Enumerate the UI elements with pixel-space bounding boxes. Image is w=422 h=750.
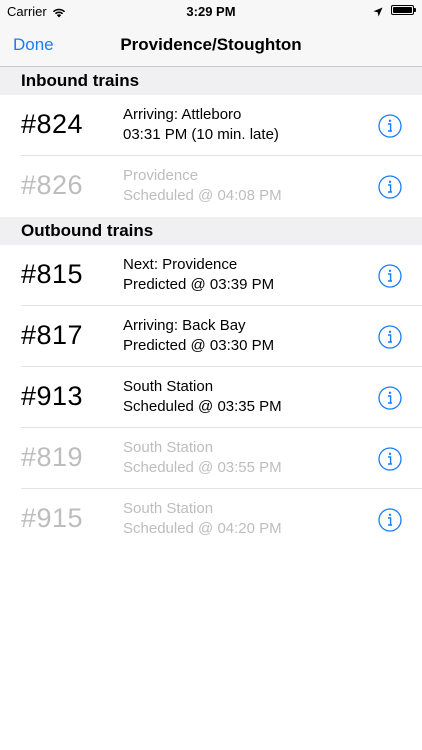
train-details: South Station Scheduled @ 04:20 PM (123, 499, 282, 539)
train-time-line: Predicted @ 03:30 PM (123, 337, 275, 354)
train-number: #913 (21, 381, 84, 411)
info-circle-icon (378, 114, 402, 138)
info-button[interactable] (378, 386, 402, 410)
train-status-line: Arriving: Back Bay (123, 317, 246, 334)
status-right-group (373, 5, 416, 17)
info-circle-icon (378, 386, 402, 410)
info-button[interactable] (378, 264, 402, 288)
train-number: #824 (21, 109, 84, 139)
location-arrow-icon (373, 5, 383, 17)
info-circle-icon (378, 508, 402, 532)
train-details: Next: Providence Predicted @ 03:39 PM (123, 255, 274, 295)
train-number: #915 (21, 503, 84, 533)
train-time-line: 03:31 PM (10 min. late) (123, 126, 279, 143)
battery-fill (393, 7, 412, 13)
section-header-inbound: Inbound trains (0, 67, 422, 95)
info-circle-icon (378, 325, 402, 349)
page-title: Providence/Stoughton (120, 35, 302, 54)
info-button[interactable] (378, 325, 402, 349)
info-button[interactable] (378, 175, 402, 199)
train-details: Arriving: Attleboro 03:31 PM (10 min. la… (123, 105, 279, 145)
train-number: #819 (21, 442, 84, 472)
info-button[interactable] (378, 114, 402, 138)
info-button[interactable] (378, 508, 402, 532)
train-row-outbound-2[interactable]: #913 South Station Scheduled @ 03:35 PM (0, 367, 422, 428)
train-status-line: South Station (123, 439, 214, 456)
train-status-line: Next: Providence (123, 256, 238, 273)
train-number: #817 (21, 320, 84, 350)
train-row-inbound-0[interactable]: #824 Arriving: Attleboro 03:31 PM (10 mi… (0, 95, 422, 156)
train-number: #826 (21, 170, 84, 200)
train-time-line: Scheduled @ 04:20 PM (123, 520, 282, 537)
train-time-line: Scheduled @ 03:55 PM (123, 459, 282, 476)
train-row-outbound-1[interactable]: #817 Arriving: Back Bay Predicted @ 03:3… (0, 306, 422, 367)
train-time-line: Scheduled @ 04:08 PM (123, 187, 282, 204)
section-header-outbound: Outbound trains (0, 217, 422, 245)
train-details: South Station Scheduled @ 03:35 PM (123, 377, 282, 417)
info-circle-icon (378, 447, 402, 471)
train-status-line: South Station (123, 378, 214, 395)
train-time-line: Scheduled @ 03:35 PM (123, 398, 282, 415)
info-circle-icon (378, 264, 402, 288)
train-row-outbound-0[interactable]: #815 Next: Providence Predicted @ 03:39 … (0, 245, 422, 306)
status-time: 3:29 PM (186, 4, 236, 19)
train-status-line: South Station (123, 500, 214, 517)
navigation-bar: Done Providence/Stoughton (0, 24, 422, 67)
status-bar: Carrier 3:29 PM (0, 0, 422, 24)
train-row-outbound-4[interactable]: #915 South Station Scheduled @ 04:20 PM (0, 489, 422, 550)
train-details: Providence Scheduled @ 04:08 PM (123, 166, 282, 206)
train-row-inbound-1[interactable]: #826 Providence Scheduled @ 04:08 PM (0, 156, 422, 217)
app-screen: Carrier 3:29 PM Done Providence/Stoughto… (0, 0, 422, 750)
info-button[interactable] (378, 447, 402, 471)
train-status-line: Providence (123, 167, 199, 184)
train-details: South Station Scheduled @ 03:55 PM (123, 438, 282, 478)
battery-icon (391, 5, 416, 15)
info-circle-icon (378, 175, 402, 199)
train-row-outbound-3[interactable]: #819 South Station Scheduled @ 03:55 PM (0, 428, 422, 489)
train-details: Arriving: Back Bay Predicted @ 03:30 PM (123, 316, 274, 356)
train-status-line: Arriving: Attleboro (123, 106, 242, 123)
train-number: #815 (21, 259, 84, 289)
train-time-line: Predicted @ 03:39 PM (123, 276, 275, 293)
